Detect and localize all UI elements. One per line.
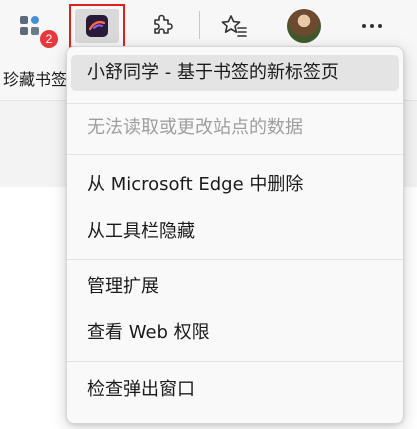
menu-item-remove-from-edge[interactable]: 从 Microsoft Edge 中删除 <box>71 167 399 203</box>
notification-badge: 2 <box>40 30 58 48</box>
extension-button-xiaoshu[interactable] <box>69 4 125 48</box>
extension-context-menu: 小舒同学 - 基于书签的新标签页 无法读取或更改站点的数据 从 Microsof… <box>66 46 404 424</box>
browser-window: 2 珍藏书签 小舒同学 - 基于书签的新标签页 无法读取或更改站点的数据 从 M… <box>0 0 417 429</box>
settings-more-button[interactable] <box>350 4 394 48</box>
apps-icon <box>20 16 39 35</box>
extensions-button[interactable] <box>140 4 184 48</box>
avatar <box>287 9 321 43</box>
menu-item-hide-from-toolbar[interactable]: 从工具栏隐藏 <box>71 214 399 250</box>
menu-item-extension-name[interactable]: 小舒同学 - 基于书签的新标签页 <box>71 55 399 91</box>
xiaoshu-extension-icon <box>86 15 108 37</box>
menu-item-manage-extensions[interactable]: 管理扩展 <box>71 269 399 305</box>
puzzle-icon <box>154 14 173 34</box>
menu-item-view-web-permissions[interactable]: 查看 Web 权限 <box>71 315 399 351</box>
menu-item-site-data-access: 无法读取或更改站点的数据 <box>87 117 303 138</box>
menu-separator <box>67 154 403 155</box>
favorites-star-icon <box>221 15 247 37</box>
favorites-bar-item[interactable]: 珍藏书签 <box>3 66 67 90</box>
apps-button[interactable]: 2 <box>8 4 58 48</box>
profile-button[interactable] <box>282 4 326 48</box>
favorites-button[interactable] <box>212 4 256 48</box>
more-icon <box>362 24 382 28</box>
menu-separator <box>67 361 403 362</box>
menu-separator <box>67 259 403 260</box>
toolbar-separator <box>199 11 200 39</box>
menu-separator <box>67 103 403 104</box>
menu-item-inspect-popup[interactable]: 检查弹出窗口 <box>71 372 399 408</box>
browser-toolbar: 2 <box>0 0 417 52</box>
